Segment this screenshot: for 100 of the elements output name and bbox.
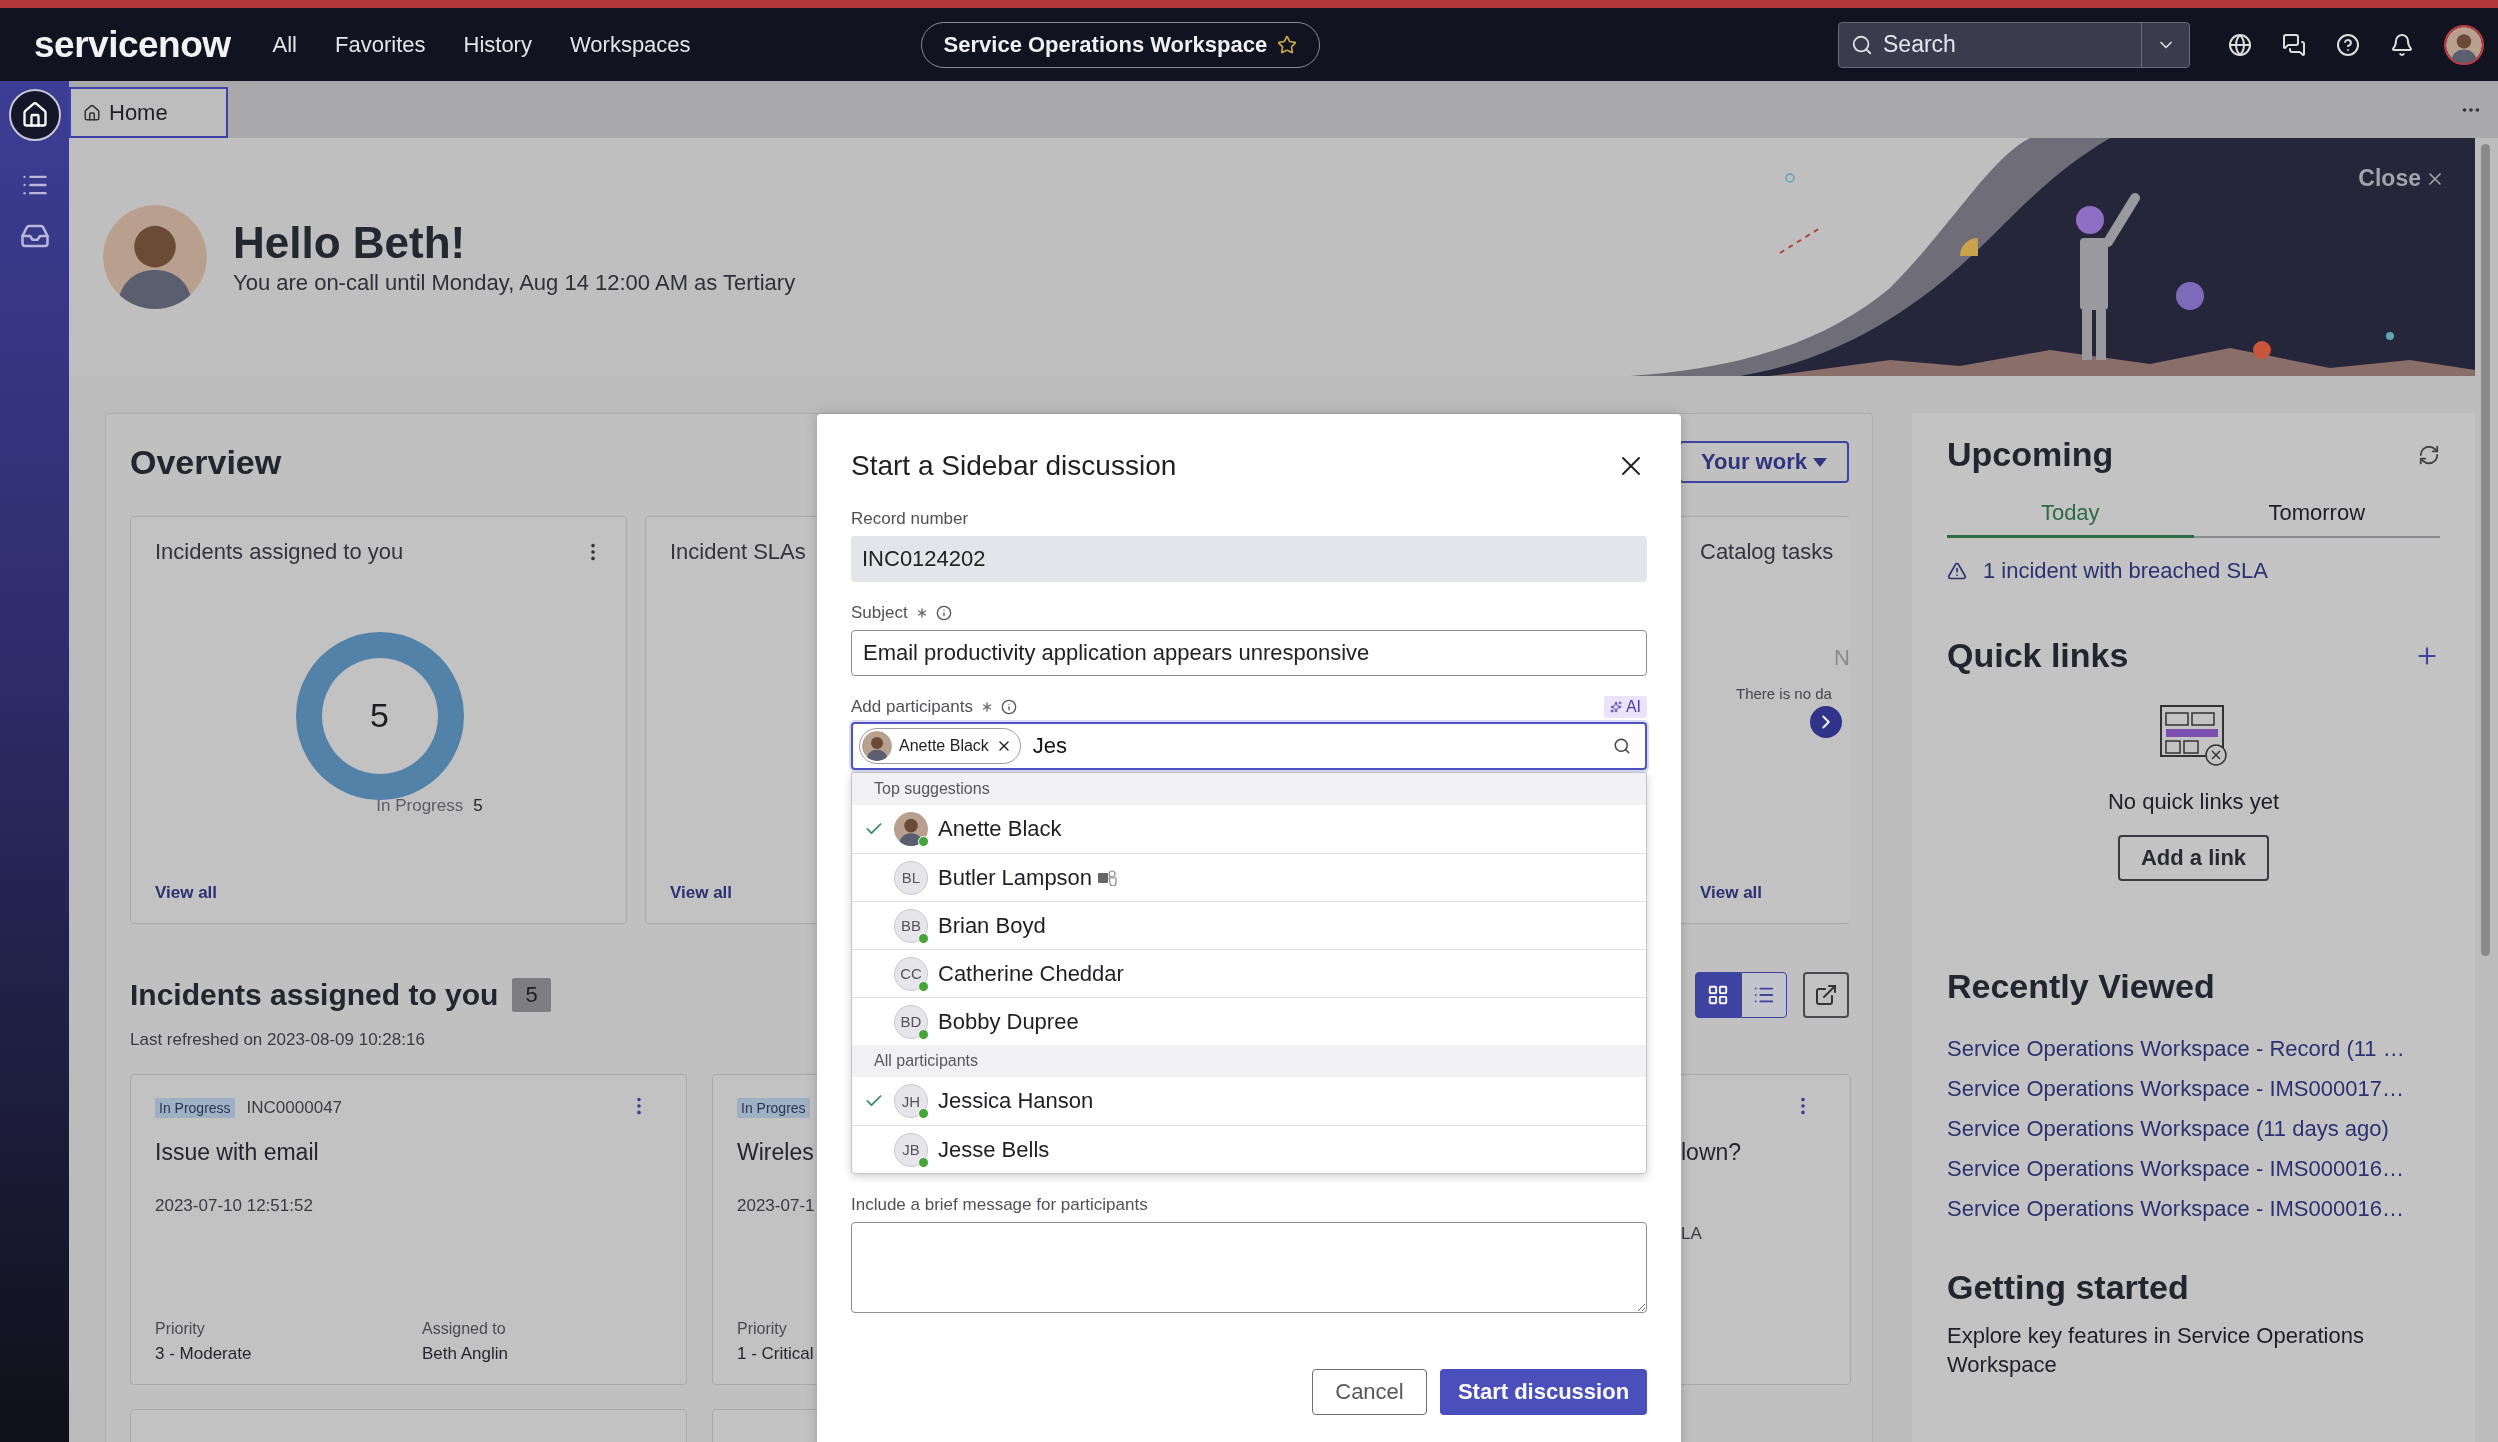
incident-title: lown? <box>1681 1139 1742 1166</box>
recent-link[interactable]: Service Operations Workspace (11 days ago) <box>1947 1116 2440 1142</box>
empty-message: There is no da <box>1736 685 1832 702</box>
section-title: Getting started <box>1947 1268 2190 1307</box>
donut-total: 5 <box>369 696 390 735</box>
participant-option[interactable]: BL Butler Lampson <box>852 853 1646 901</box>
search-icon <box>1851 33 1873 56</box>
window-icon <box>2159 705 2228 767</box>
day-tab[interactable]: Tomorrow <box>2193 490 2440 538</box>
incident-number: INC0000047 <box>246 1098 343 1118</box>
list-view-button[interactable] <box>1741 972 1787 1018</box>
info-icon[interactable] <box>1000 699 1017 715</box>
recent-link[interactable]: Service Operations Workspace - IMS000016… <box>1947 1156 2440 1182</box>
home-icon <box>83 103 101 122</box>
info-icon[interactable] <box>935 605 952 621</box>
day-tab[interactable]: Today <box>1947 490 2194 538</box>
avatar <box>2446 26 2482 63</box>
participant-option[interactable]: BB Brian Boyd <box>852 901 1646 949</box>
user-avatar[interactable] <box>2444 24 2484 65</box>
recent-link[interactable]: Service Operations Workspace - Record (11 … <box>1947 1036 2440 1062</box>
intro-text: Explore key features in Service Operations Workspace <box>1947 1322 2365 1379</box>
caret-icon <box>1812 457 1827 467</box>
ai-badge[interactable]: AI <box>1603 696 1647 718</box>
incident-date: 2023-07-1 <box>737 1196 815 1216</box>
globe-icon[interactable] <box>2228 32 2252 57</box>
initials: JB <box>902 1141 920 1158</box>
field-value: Beth Anglin <box>422 1344 509 1364</box>
refresh-time: Last refreshed on 2023-08-09 10:28:16 <box>130 1030 425 1050</box>
field-label: Assigned to <box>422 1320 507 1338</box>
warning-icon <box>1947 561 1967 581</box>
group-header: All participants <box>852 1045 1646 1077</box>
group-header: Top suggestions <box>852 773 1646 805</box>
participants-field[interactable]: Anette Black Jes <box>851 722 1647 770</box>
start-discussion-button[interactable]: Start discussion <box>1440 1369 1647 1415</box>
help-icon[interactable] <box>2336 32 2360 57</box>
recent-link[interactable]: Service Operations Workspace - IMS000017… <box>1947 1076 2440 1102</box>
home-tab[interactable]: Home <box>69 87 228 138</box>
field-label: Record number <box>851 509 969 529</box>
avatar <box>862 731 892 761</box>
section-title: Quick links <box>1947 636 2129 675</box>
recent-link[interactable]: Service Operations Workspace - IMS000016… <box>1947 1196 2440 1222</box>
section-title: Incidents assigned to you <box>130 978 499 1012</box>
cancel-button[interactable]: Cancel <box>1312 1369 1427 1415</box>
card-title: Incident SLAs <box>670 539 806 565</box>
incident-date: 2023-07-10 12:51:52 <box>155 1196 313 1216</box>
field-label: Subject <box>851 603 908 623</box>
field-label: Add participants <box>851 697 973 717</box>
status-tag: In Progress <box>155 1098 235 1118</box>
nav-link[interactable]: Workspaces <box>569 31 691 58</box>
record-field: INC0124202 <box>851 536 1647 582</box>
card-title: Catalog tasks <box>1700 539 1834 565</box>
logo[interactable]: servicenow <box>34 23 231 66</box>
greeting: Hello Beth! <box>233 218 467 268</box>
chat-icon[interactable] <box>2282 32 2306 57</box>
external-link-icon <box>1814 983 1838 1007</box>
search-field[interactable]: Search <box>1838 21 2190 68</box>
field-value: 1 - Critical <box>737 1344 815 1364</box>
initials: CC <box>900 965 922 982</box>
card-title: Incidents assigned to you <box>155 539 404 565</box>
section-title: Overview <box>130 442 282 482</box>
message-field[interactable] <box>851 1222 1647 1313</box>
scrollbar[interactable] <box>2481 144 2490 956</box>
sla-alert-link[interactable]: 1 incident with breached SLA <box>1983 558 2268 584</box>
open-external-button[interactable] <box>1803 972 1849 1018</box>
field-value: 3 - Moderate <box>155 1344 253 1364</box>
participant-option[interactable]: JH Jessica Hanson <box>852 1077 1646 1125</box>
field-label: Priority <box>155 1320 206 1338</box>
legend-label: In Progress <box>376 796 464 816</box>
status-tag: In Progres <box>737 1098 810 1118</box>
legend-value: 5 <box>473 796 483 816</box>
incident-title: Issue with email <box>155 1139 319 1166</box>
avatar <box>894 812 928 846</box>
nav-link[interactable]: History <box>463 31 532 58</box>
count-badge: 5 <box>512 978 551 1012</box>
incident-card[interactable]: In Progress INC0000047 Issue with email 2023-07-10 12:51:52 Priority Assigned to 3 - Moderate Beth Anglin <box>130 1074 687 1385</box>
nav-link[interactable]: Favorites <box>335 31 426 58</box>
incident-title: Wireles <box>737 1139 814 1166</box>
view-all-link[interactable]: View all <box>1700 883 1850 903</box>
home-icon[interactable] <box>8 89 61 141</box>
close-button[interactable]: Close <box>2352 164 2451 193</box>
sparkle-icon <box>1609 701 1622 713</box>
star-icon[interactable] <box>1277 34 1298 55</box>
field-label: Include a brief message for participants <box>851 1195 1148 1215</box>
subject-field[interactable]: Email productivity application appears unresponsive <box>851 630 1647 676</box>
view-all-link[interactable]: View all <box>155 883 604 903</box>
grid-view-button[interactable] <box>1695 972 1741 1018</box>
on-call-text: You are on-call until Monday, Aug 14 12:00 AM as Tertiary <box>233 270 796 296</box>
field-label: Priority <box>737 1320 788 1338</box>
empty-title: N <box>1834 645 1850 671</box>
initials: JH <box>901 1092 921 1110</box>
initials: BL <box>901 869 921 886</box>
add-link-button[interactable]: Add a link <box>2118 835 2269 881</box>
nav-link[interactable]: All <box>272 31 297 58</box>
dialog-title: Start a Sidebar discussion <box>851 450 1177 482</box>
participant-option[interactable]: JB Jesse Bells <box>852 1125 1646 1173</box>
refresh-icon[interactable] <box>2418 443 2440 466</box>
section-title: Recently Viewed <box>1947 967 2216 1006</box>
notification-icon[interactable] <box>2390 32 2414 57</box>
participant-option[interactable]: Anette Black <box>852 805 1646 853</box>
participant-option[interactable]: CC Catherine Cheddar <box>852 949 1646 997</box>
